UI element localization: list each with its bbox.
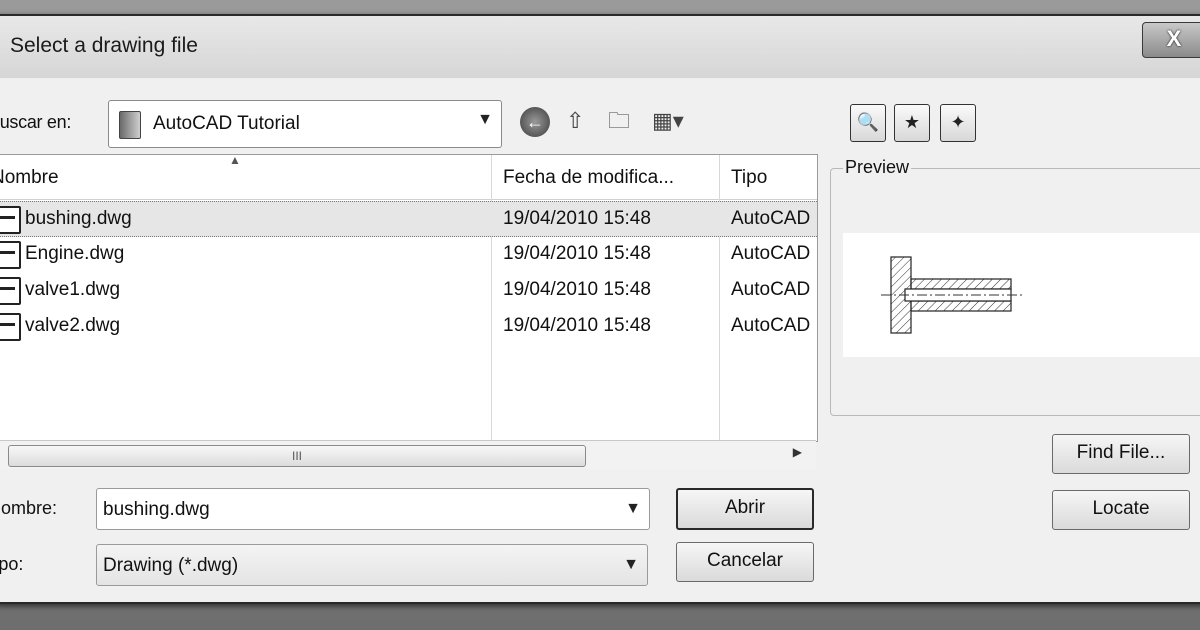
horizontal-scrollbar[interactable]: III ▶ <box>0 440 816 469</box>
list-header: ▲ Nombre Fecha de modifica... Tipo <box>0 153 817 200</box>
filetype-label: Tipo: <box>0 554 24 574</box>
preview-label: Preview <box>843 157 912 178</box>
lookin-combo[interactable]: AutoCAD Tutorial ▼ <box>108 100 502 148</box>
chevron-down-icon[interactable]: ▼ <box>477 111 493 129</box>
preview-image <box>843 233 1200 357</box>
scrollbar-thumb[interactable]: III <box>8 445 586 467</box>
filename-value: bushing.dwg <box>103 499 210 520</box>
find-file-button[interactable]: Find File... <box>1052 434 1190 474</box>
dwg-file-icon <box>0 206 21 234</box>
sort-arrow-icon: ▲ <box>229 153 241 167</box>
file-type: AutoCAD <box>731 243 811 264</box>
preview-group: Preview <box>830 157 1200 416</box>
dwg-file-icon <box>0 277 21 305</box>
up-folder-icon: ⇧ <box>566 108 585 133</box>
file-type: AutoCAD <box>731 315 811 336</box>
table-row[interactable]: valve1.dwg 19/04/2010 15:48 AutoCAD <box>0 273 817 307</box>
title-bar: Select a drawing file X <box>0 16 1200 79</box>
table-row[interactable]: valve2.dwg 19/04/2010 15:48 AutoCAD <box>0 309 817 343</box>
file-date: 19/04/2010 15:48 <box>503 208 651 229</box>
scroll-right-icon[interactable]: ▶ <box>793 445 802 459</box>
dialog-body: Buscar en: AutoCAD Tutorial ▼ ← ⇧ 🗀 ▦▾ 🔍… <box>0 78 1200 602</box>
folder-icon <box>119 111 141 139</box>
close-button[interactable]: X <box>1142 22 1200 58</box>
filetype-value: Drawing (*.dwg) <box>103 555 239 576</box>
bottom-divider <box>0 602 1200 604</box>
cancel-button[interactable]: Cancelar <box>676 542 814 582</box>
dialog-title: Select a drawing file <box>10 34 198 57</box>
locate-button[interactable]: Locate <box>1052 490 1190 530</box>
column-header-date[interactable]: Fecha de modifica... <box>503 167 674 189</box>
bushing-drawing-icon <box>881 256 1023 334</box>
dwg-file-icon <box>0 313 21 341</box>
magnifier-icon: 🔍 <box>856 112 880 132</box>
open-button[interactable]: Abrir <box>676 488 814 530</box>
file-list[interactable]: ▲ Nombre Fecha de modifica... Tipo bushi… <box>0 153 818 442</box>
views-menu-button[interactable]: ▦▾ <box>652 104 684 138</box>
file-name: bushing.dwg <box>25 208 132 229</box>
search-web-button[interactable]: 🔍 <box>850 104 886 142</box>
up-folder-button[interactable]: ⇧ <box>566 104 584 138</box>
filetype-select[interactable]: Drawing (*.dwg) ▼ <box>96 544 648 586</box>
views-menu-icon: ▦▾ <box>652 108 684 133</box>
file-date: 19/04/2010 15:48 <box>503 315 651 336</box>
lookin-value: AutoCAD Tutorial <box>153 113 300 134</box>
file-type: AutoCAD <box>731 208 811 229</box>
back-button[interactable]: ← <box>520 104 550 138</box>
table-row[interactable]: bushing.dwg 19/04/2010 15:48 AutoCAD <box>0 201 817 237</box>
add-star-icon: ✦ <box>950 112 966 132</box>
dwg-file-icon <box>0 241 21 269</box>
grip-icon: III <box>291 449 302 463</box>
select-drawing-dialog: Select a drawing file X Buscar en: AutoC… <box>0 14 1200 604</box>
lookin-label: Buscar en: <box>0 112 72 132</box>
favorites-button[interactable]: ★ <box>894 104 930 142</box>
file-name: valve2.dwg <box>25 315 121 336</box>
column-header-name[interactable]: Nombre <box>0 167 59 189</box>
close-icon: X <box>1166 26 1182 51</box>
add-favorites-button[interactable]: ✦ <box>940 104 976 142</box>
back-arrow-icon: ← <box>520 107 550 137</box>
file-type: AutoCAD <box>731 279 811 300</box>
new-folder-icon: 🗀 <box>608 108 631 133</box>
table-row[interactable]: Engine.dwg 19/04/2010 15:48 AutoCAD <box>0 237 817 271</box>
file-date: 19/04/2010 15:48 <box>503 243 651 264</box>
star-folder-icon: ★ <box>903 112 921 132</box>
new-folder-button[interactable]: 🗀 <box>608 104 630 138</box>
column-header-type[interactable]: Tipo <box>731 167 767 189</box>
filename-input[interactable]: bushing.dwg ▼ <box>96 488 650 530</box>
chevron-down-icon[interactable]: ▼ <box>623 556 639 574</box>
file-name: valve1.dwg <box>25 279 121 300</box>
chevron-down-icon[interactable]: ▼ <box>625 500 641 518</box>
filename-label: Nombre: <box>0 498 58 518</box>
file-name: Engine.dwg <box>25 243 125 264</box>
file-date: 19/04/2010 15:48 <box>503 279 651 300</box>
